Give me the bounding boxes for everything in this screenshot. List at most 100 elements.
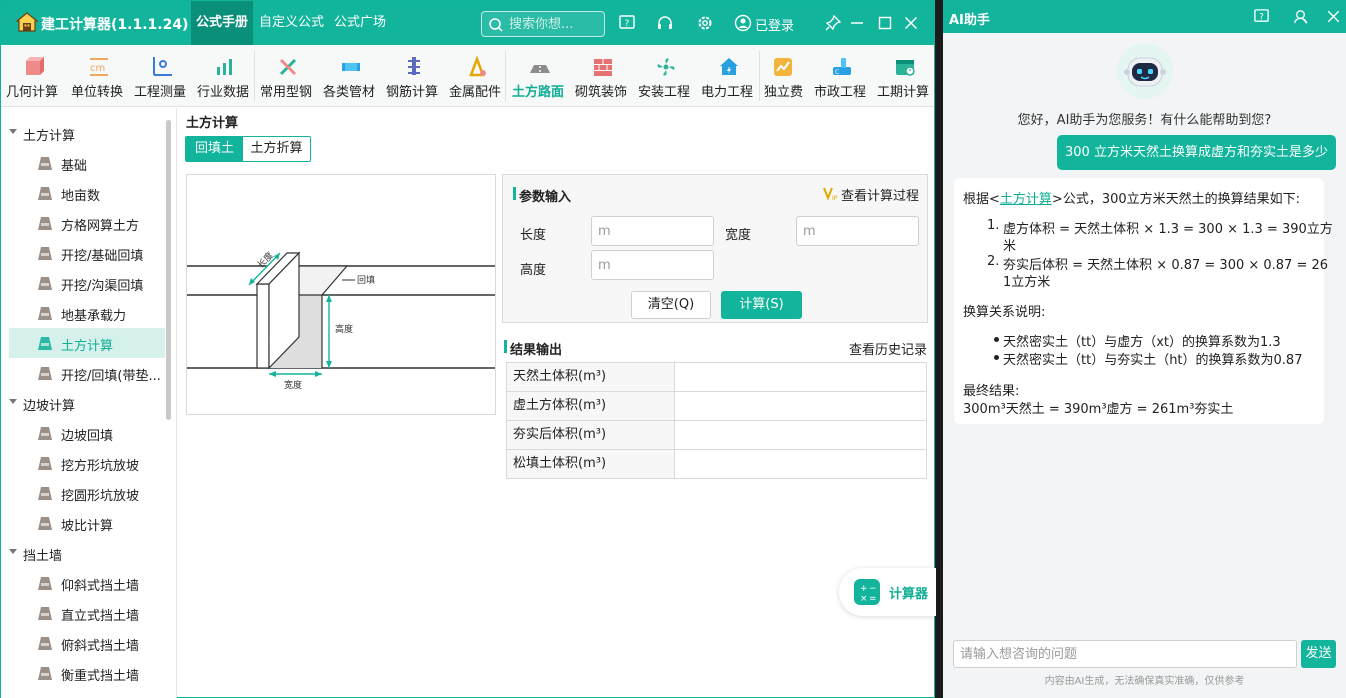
sidebar-item[interactable]: 边坡回填 — [9, 418, 165, 448]
sidebar-item[interactable]: 挖方形坑放坡 — [9, 448, 165, 478]
pipe-icon — [339, 55, 363, 77]
headset-icon[interactable] — [655, 13, 675, 33]
sidebar-scrollbar[interactable] — [166, 120, 171, 420]
toolbar-item[interactable]: 土方路面 — [512, 45, 568, 107]
square-pit-icon — [36, 454, 54, 472]
svg-text:C: C — [835, 69, 839, 76]
sidebar-item-label: 地亩数 — [61, 189, 101, 204]
sidebar-item[interactable]: 俯斜式挡土墙 — [9, 628, 165, 658]
sidebar-group[interactable]: 挡土墙 — [1, 538, 171, 568]
reply-note: 天然密实土（tt）与虚方（xt）的换算系数为1.3 — [1003, 335, 1281, 350]
formula-link[interactable]: 土方计算 — [1000, 192, 1052, 207]
toolbar-item[interactable]: 安装工程 — [638, 45, 694, 107]
nav-tab-formula-square[interactable]: 公式广场 — [334, 1, 386, 45]
toolbar-item[interactable]: 独立费 — [764, 45, 803, 107]
svg-text:×: × — [860, 594, 868, 604]
user-icon[interactable] — [734, 14, 752, 32]
send-button[interactable]: 发送 — [1301, 640, 1336, 668]
tab-backfill[interactable]: 回填土 — [186, 137, 243, 161]
toolbar-separator — [759, 51, 760, 101]
toolbar-item[interactable]: 金属配件 — [449, 45, 505, 107]
diagram-height-label: 高度 — [335, 323, 353, 335]
ai-question-input[interactable] — [953, 640, 1297, 668]
toolbar-item-label: 工期计算 — [877, 85, 930, 100]
close-icon[interactable] — [1325, 8, 1342, 25]
login-status[interactable]: 已登录 — [755, 15, 794, 34]
floating-calculator-button[interactable]: + − × = 计算器 — [839, 568, 936, 616]
svg-text:=: = — [869, 594, 877, 604]
sidebar-item[interactable]: 基础 — [9, 148, 165, 178]
nav-tab-formula-manual[interactable]: 公式手册 — [191, 1, 253, 45]
step-text: 虚方体积 = 天然土体积 × 1.3 = 300 × 1.3 = 390立方 — [1003, 222, 1333, 237]
chevron-down-icon — [9, 399, 17, 404]
retaining-wall-icon — [36, 574, 54, 592]
toolbar-item[interactable]: 电力工程 — [701, 45, 757, 107]
search-input[interactable] — [509, 15, 601, 33]
sidebar-group[interactable]: 土方计算 — [1, 118, 171, 148]
table-row: 夯实后体积(m³) — [507, 421, 926, 450]
sidebar-item[interactable]: 方格网算土方 — [9, 208, 165, 238]
trench-icon — [36, 274, 54, 292]
section-marker — [513, 187, 516, 200]
sidebar-item[interactable]: 仰斜式挡土墙 — [9, 568, 165, 598]
sidebar-item[interactable]: 直立式挡土墙 — [9, 598, 165, 628]
reply-final-text: 300m³天然土 = 390m³虚方 = 261m³夯实土 — [963, 402, 1234, 417]
toolbar-item-label: 常用型钢 — [260, 85, 313, 100]
search-icon[interactable] — [488, 17, 504, 33]
view-calc-process-link[interactable]: 查看计算过程 — [841, 185, 919, 204]
tab-earth-conversion[interactable]: 土方折算 — [243, 137, 310, 161]
cube-icon — [22, 55, 46, 77]
sidebar-item-label: 边坡回填 — [61, 429, 114, 444]
toolbar-item-label: 单位转换 — [71, 85, 124, 100]
gear-icon[interactable] — [695, 13, 715, 33]
width-label: 宽度 — [725, 228, 752, 243]
sidebar-item[interactable]: 地亩数 — [9, 178, 165, 208]
height-input[interactable] — [591, 250, 714, 280]
width-input[interactable] — [796, 216, 919, 246]
sidebar-group[interactable]: 边坡计算 — [1, 388, 171, 418]
toolbar-item[interactable]: 常用型钢 — [260, 45, 316, 107]
municipal-icon: C — [830, 55, 854, 77]
sidebar-item[interactable]: 地基承载力 — [9, 298, 165, 328]
toolbar-item[interactable]: 各类管材 — [323, 45, 379, 107]
sidebar-item[interactable]: 衡重式挡土墙 — [9, 658, 165, 688]
toolbar-item[interactable]: cm 单位转换 — [71, 45, 127, 107]
toolbar-item[interactable]: 钢筋计算 — [386, 45, 442, 107]
sidebar-item[interactable]: 开挖/沟渠回填 — [9, 268, 165, 298]
calculator-icon: + − × = — [853, 578, 881, 606]
toolbar-item[interactable]: 砌筑装饰 — [575, 45, 631, 107]
sidebar-item-label: 仰斜式挡土墙 — [61, 579, 140, 594]
view-history-link[interactable]: 查看历史记录 — [849, 339, 927, 358]
nav-tab-custom-formula[interactable]: 自定义公式 — [259, 1, 324, 45]
help-icon[interactable]: ? — [617, 13, 637, 33]
sidebar-item[interactable]: 坡比计算 — [9, 508, 165, 538]
calculate-button[interactable]: 计算(S) — [721, 291, 802, 319]
chevron-down-icon — [9, 549, 17, 554]
close-icon[interactable] — [901, 13, 921, 33]
pin-icon[interactable] — [823, 13, 843, 33]
param-panel-title: 参数输入 — [519, 190, 572, 205]
diagram-width-label: 宽度 — [284, 379, 302, 391]
sidebar-item[interactable]: 开挖/基础回填 — [9, 238, 165, 268]
toolbar-item[interactable]: C 市政工程 — [814, 45, 870, 107]
help-icon[interactable]: ? — [1253, 8, 1270, 25]
maximize-icon[interactable] — [875, 13, 895, 33]
sidebar-item[interactable]: 土方计算 — [9, 328, 165, 358]
toolbar-item[interactable]: 工期计算 — [877, 45, 933, 107]
result-label: 夯实后体积(m³) — [507, 421, 675, 449]
sidebar-item-label: 基础 — [61, 159, 88, 174]
toolbar-item[interactable]: 几何计算 — [6, 45, 62, 107]
result-label: 天然土体积(m³) — [507, 363, 675, 391]
vip-icon: IP — [823, 185, 839, 201]
toolbar-item[interactable]: 工程测量 — [134, 45, 190, 107]
toolbar-item[interactable]: 行业数据 — [197, 45, 253, 107]
sidebar-item[interactable]: 开挖/回填(带垫... — [9, 358, 165, 388]
ai-reply-bubble: 根据<土方计算>公式，300立方米天然土的换算结果如下: 1. 虚方体积 = 天… — [954, 178, 1333, 424]
sidebar-item-label: 地基承载力 — [61, 309, 127, 324]
minimize-icon[interactable] — [847, 13, 867, 33]
clear-button[interactable]: 清空(Q) — [631, 291, 711, 319]
length-input[interactable] — [591, 216, 714, 246]
agent-icon[interactable] — [1292, 8, 1309, 25]
chevron-down-icon — [9, 129, 17, 134]
sidebar-item[interactable]: 挖圆形坑放坡 — [9, 478, 165, 508]
